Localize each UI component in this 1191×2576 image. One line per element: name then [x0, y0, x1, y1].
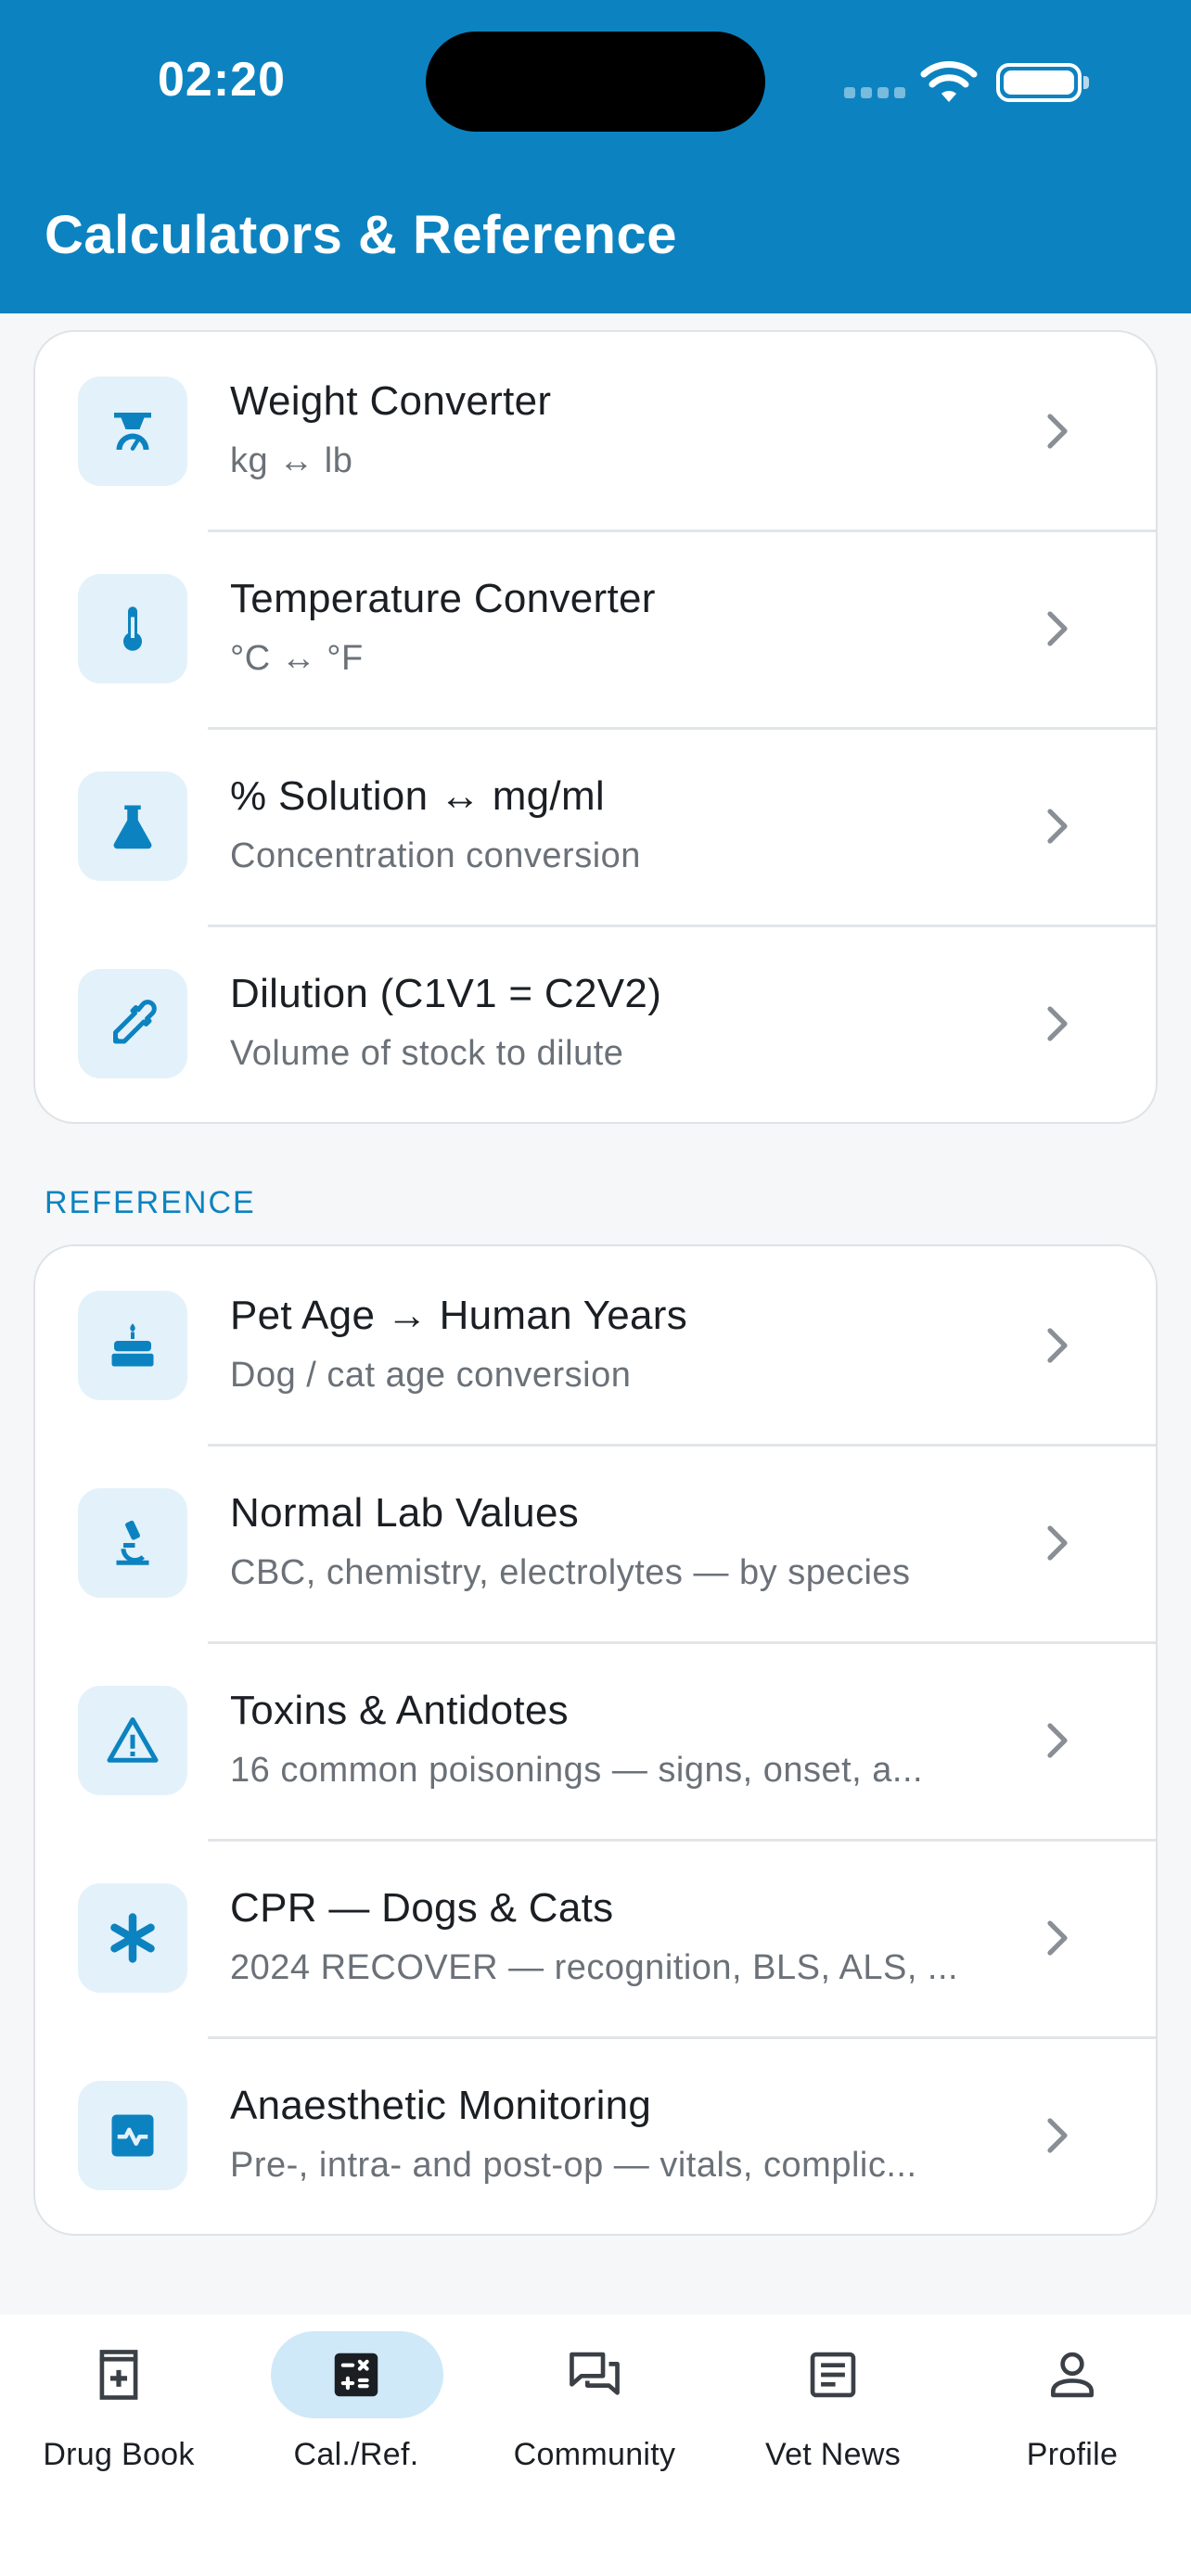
section-label-reference: REFERENCE	[45, 1185, 256, 1220]
item-subtitle: Dog / cat age conversion	[230, 1356, 632, 1395]
item-subtitle: CBC, chemistry, electrolytes — by specie…	[230, 1553, 911, 1592]
tab-label: Profile	[1026, 2437, 1119, 2472]
tab-drug-book[interactable]: Drug Book	[0, 2315, 237, 2500]
community-icon	[570, 2352, 620, 2395]
calculator-item-solution-conversion[interactable]: % Solution ↔ mg/ml Concentration convers…	[35, 727, 1156, 925]
bottom-tab-bar: Drug Book Cal./Ref. Community Vet News P…	[0, 2315, 1191, 2576]
reference-card: Pet Age → Human Years Dog / cat age conv…	[33, 1244, 1158, 2236]
profile-icon	[1051, 2352, 1094, 2398]
tab-cal-ref[interactable]: Cal./Ref.	[237, 2315, 475, 2500]
item-title: Toxins & Antidotes	[230, 1688, 569, 1733]
item-subtitle: Pre-, intra- and post-op — vitals, compl…	[230, 2146, 917, 2185]
tab-profile[interactable]: Profile	[954, 2315, 1191, 2500]
app-header: 02:20 Calculators & Reference	[0, 0, 1191, 313]
reference-item-toxins-antidotes[interactable]: Toxins & Antidotes 16 common poisonings …	[35, 1641, 1156, 1839]
item-subtitle: °C ↔ °F	[230, 639, 364, 678]
cake-icon	[78, 1290, 187, 1400]
calculators-card: Weight Converter kg ↔ lb Temperature Con…	[33, 330, 1158, 1124]
reference-item-cpr[interactable]: CPR — Dogs & Cats 2024 RECOVER — recogni…	[35, 1839, 1156, 2036]
item-title: CPR — Dogs & Cats	[230, 1885, 614, 1931]
tab-label: Drug Book	[43, 2437, 195, 2472]
item-title: Weight Converter	[230, 378, 552, 424]
tab-label: Community	[513, 2437, 676, 2472]
status-time: 02:20	[158, 53, 286, 107]
reference-item-pet-age[interactable]: Pet Age → Human Years Dog / cat age conv…	[35, 1246, 1156, 1444]
battery-icon	[996, 63, 1089, 102]
dropper-icon	[78, 968, 187, 1078]
item-title: Pet Age → Human Years	[230, 1293, 688, 1338]
chevron-right-icon	[1047, 1722, 1068, 1758]
item-title: Anaesthetic Monitoring	[230, 2083, 652, 2128]
calculator-item-dilution[interactable]: Dilution (C1V1 = C2V2) Volume of stock t…	[35, 925, 1156, 1122]
item-title: % Solution ↔ mg/ml	[230, 773, 605, 819]
item-title: Temperature Converter	[230, 576, 656, 621]
dynamic-island	[426, 32, 765, 132]
chevron-right-icon	[1047, 610, 1068, 646]
cellular-signal-icon	[844, 87, 905, 100]
weight-scale-icon	[78, 376, 187, 486]
item-subtitle: 2024 RECOVER — recognition, BLS, ALS, ..…	[230, 1948, 959, 1987]
heart-monitor-icon	[78, 2080, 187, 2190]
item-subtitle: Volume of stock to dilute	[230, 1034, 624, 1073]
tab-label: Vet News	[764, 2437, 902, 2472]
reference-item-anaesthetic-monitoring[interactable]: Anaesthetic Monitoring Pre-, intra- and …	[35, 2036, 1156, 2234]
item-subtitle: kg ↔ lb	[230, 441, 353, 480]
news-icon	[810, 2352, 856, 2398]
calculator-icon	[334, 2353, 378, 2397]
chevron-right-icon	[1047, 1524, 1068, 1561]
page-title: Calculators & Reference	[45, 205, 677, 265]
thermometer-icon	[78, 573, 187, 683]
drug-book-icon	[99, 2350, 138, 2400]
microscope-icon	[78, 1487, 187, 1598]
chevron-right-icon	[1047, 1327, 1068, 1363]
item-subtitle: 16 common poisonings — signs, onset, a..…	[230, 1751, 924, 1790]
item-subtitle: Concentration conversion	[230, 836, 641, 875]
chevron-right-icon	[1047, 1919, 1068, 1956]
flask-icon	[78, 771, 187, 881]
wifi-icon	[920, 61, 978, 102]
chevron-right-icon	[1047, 808, 1068, 844]
chevron-right-icon	[1047, 2117, 1068, 2153]
asterisk-icon	[78, 1882, 187, 1993]
chevron-right-icon	[1047, 1005, 1068, 1041]
calculator-item-temperature-converter[interactable]: Temperature Converter °C ↔ °F	[35, 529, 1156, 727]
warning-icon	[78, 1685, 187, 1795]
reference-item-normal-lab-values[interactable]: Normal Lab Values CBC, chemistry, electr…	[35, 1444, 1156, 1641]
chevron-right-icon	[1047, 413, 1068, 449]
item-title: Dilution (C1V1 = C2V2)	[230, 971, 662, 1016]
calculator-item-weight-converter[interactable]: Weight Converter kg ↔ lb	[35, 332, 1156, 529]
tab-community[interactable]: Community	[476, 2315, 713, 2500]
item-title: Normal Lab Values	[230, 1490, 580, 1536]
tab-label: Cal./Ref.	[293, 2437, 419, 2472]
tab-vet-news[interactable]: Vet News	[714, 2315, 952, 2500]
